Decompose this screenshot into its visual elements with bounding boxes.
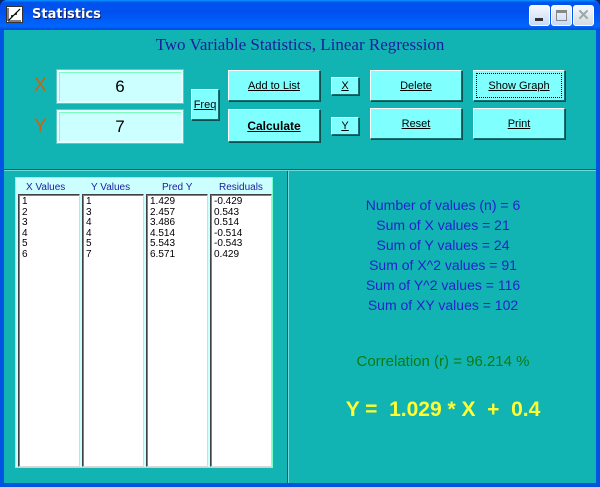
vertical-divider — [287, 171, 289, 483]
stat-sum-x: Sum of X values = 21 — [376, 217, 510, 233]
add-to-list-button[interactable]: Add to List — [228, 70, 320, 101]
values-panel: X Values Y Values Pred Y Residuals 12345… — [15, 177, 273, 468]
y-input[interactable]: 7 — [57, 110, 183, 143]
list-item[interactable]: 7 — [86, 249, 143, 261]
window-title: Statistics — [32, 7, 101, 22]
x-label: X — [34, 75, 47, 96]
list-item[interactable]: 6 — [22, 249, 79, 261]
pred-y-list[interactable]: 1.429 2.457 3.486 4.514 5.543 6.571 — [146, 194, 208, 467]
close-button[interactable]: ✕ — [573, 5, 594, 26]
calculate-label: Calculate — [247, 118, 301, 133]
y-label: Y — [34, 116, 47, 137]
maximize-icon — [556, 10, 567, 21]
list-item[interactable]: 2 — [22, 207, 79, 219]
show-graph-label: Show Graph — [488, 79, 550, 92]
reset-label: Reset — [401, 117, 431, 130]
list-item[interactable]: 4 — [86, 228, 143, 240]
stat-sum-x2: Sum of X^2 values = 91 — [369, 257, 517, 273]
list-item[interactable]: 4 — [22, 228, 79, 240]
col-header-x: X Values — [26, 182, 66, 193]
minimize-button[interactable] — [529, 5, 550, 26]
y-values-list[interactable]: 134457 — [82, 194, 144, 467]
residuals-list[interactable]: -0.429 0.543 0.514 -0.514 -0.543 0.429 — [210, 194, 272, 467]
close-icon: ✕ — [577, 7, 590, 24]
col-header-residuals: Residuals — [219, 182, 263, 193]
delete-label: Delete — [400, 79, 432, 92]
stat-sum-y: Sum of Y values = 24 — [376, 237, 510, 253]
x-values-list[interactable]: 123456 — [18, 194, 80, 467]
horizontal-divider — [4, 169, 596, 171]
correlation-text: Correlation (r) = 96.214 % — [356, 353, 530, 370]
list-item[interactable]: 6.571 — [150, 249, 207, 261]
title-bar[interactable]: Statistics ✕ — [0, 0, 600, 30]
list-item[interactable]: 1 — [22, 196, 79, 208]
stat-n: Number of values (n) = 6 — [365, 197, 521, 213]
list-item[interactable]: 5 — [22, 239, 79, 250]
list-item[interactable]: 3 — [22, 218, 79, 229]
minimize-icon — [535, 18, 543, 21]
col-header-pred: Pred Y — [162, 182, 193, 193]
list-item[interactable]: 4 — [86, 218, 143, 229]
y-small-label: Y — [341, 120, 349, 132]
x-small-button[interactable]: X — [331, 77, 359, 95]
x-input[interactable]: 6 — [57, 70, 183, 103]
x-small-label: X — [341, 80, 349, 92]
freq-button[interactable]: Freq — [191, 89, 219, 120]
reset-button[interactable]: Reset — [370, 108, 462, 139]
statistics-window: Statistics ✕ Two Variable Statistics, Li… — [0, 0, 600, 487]
page-title: Two Variable Statistics, Linear Regressi… — [155, 35, 445, 54]
show-graph-button[interactable]: Show Graph — [473, 70, 565, 101]
add-to-list-label: Add to List — [248, 79, 300, 92]
col-header-y: Y Values — [91, 182, 131, 193]
list-item[interactable]: 1 — [86, 196, 143, 208]
list-item[interactable]: 3 — [86, 207, 143, 219]
print-button[interactable]: Print — [473, 108, 565, 139]
print-label: Print — [507, 117, 531, 130]
stat-sum-y2: Sum of Y^2 values = 116 — [365, 277, 521, 293]
list-item[interactable]: -0.429 — [214, 196, 271, 208]
stats-summary: Number of values (n) = 6 Sum of X values… — [290, 195, 596, 315]
y-small-button[interactable]: Y — [331, 117, 359, 135]
regression-equation: Y = 1.029 * X + 0.4 — [345, 398, 541, 421]
delete-button[interactable]: Delete — [370, 70, 462, 101]
list-item[interactable]: 5 — [86, 239, 143, 250]
freq-button-label: Freq — [193, 98, 217, 111]
maximize-button[interactable] — [551, 5, 572, 26]
stat-sum-xy: Sum of XY values = 102 — [367, 297, 519, 313]
client-area: Two Variable Statistics, Linear Regressi… — [4, 30, 596, 483]
list-item[interactable]: 1.429 — [150, 196, 207, 208]
calculate-button[interactable]: Calculate — [228, 109, 320, 142]
window-bottom-border — [0, 483, 600, 487]
graph-icon[interactable] — [6, 6, 23, 23]
list-item[interactable]: 0.429 — [214, 249, 271, 261]
